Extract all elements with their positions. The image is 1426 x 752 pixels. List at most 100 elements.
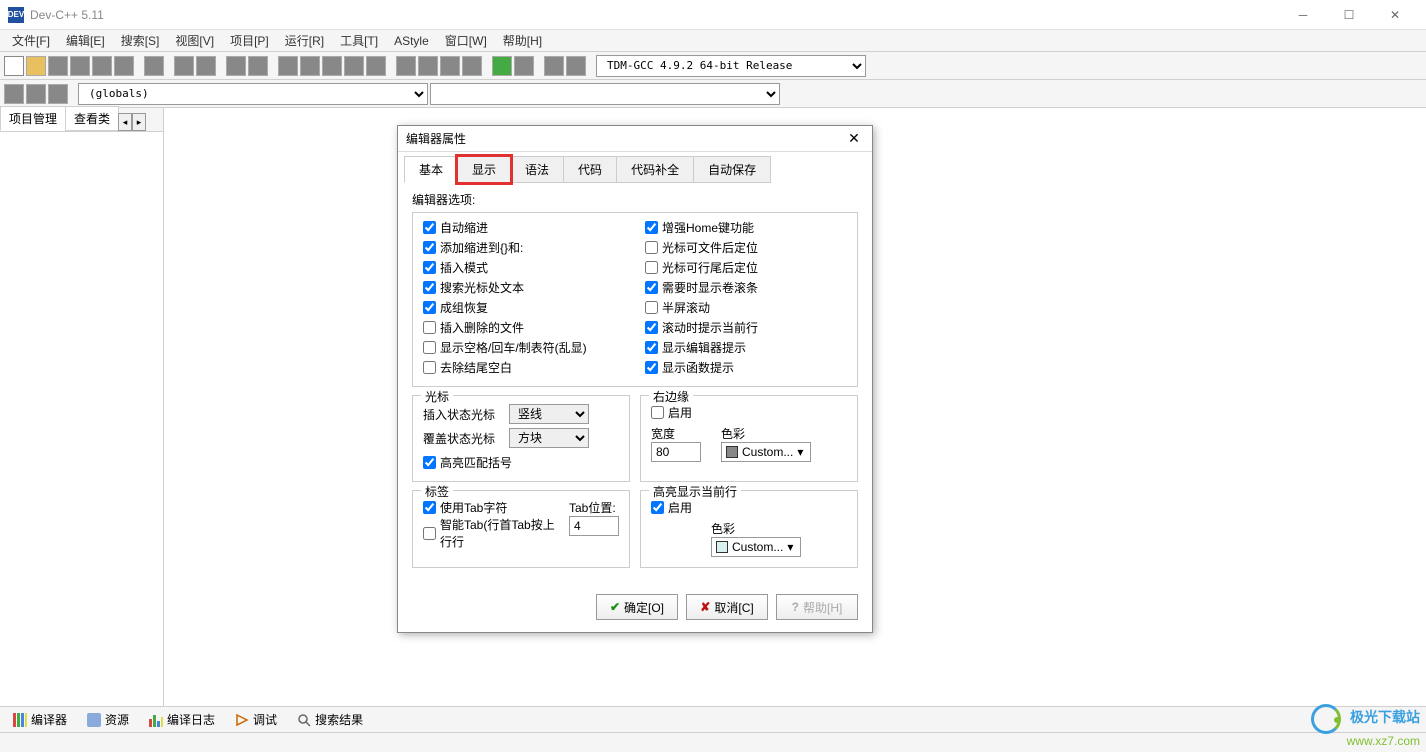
globals-select[interactable]: (globals) (78, 83, 428, 105)
maximize-button[interactable]: ☐ (1326, 0, 1372, 30)
editor-option-left-checkbox-4[interactable] (423, 301, 436, 314)
tool-open[interactable] (26, 56, 46, 76)
ok-button[interactable]: ✔ 确定[O] (596, 594, 678, 620)
cancel-button[interactable]: ✘ 取消[C] (686, 594, 768, 620)
editor-option-right-checkbox-5[interactable] (645, 321, 658, 334)
editor-option-left-checkbox-7[interactable] (423, 361, 436, 374)
editor-option-right-checkbox-7[interactable] (645, 361, 658, 374)
editor-option-left-checkbox-3[interactable] (423, 281, 436, 294)
editor-option-left-label: 显示空格/回车/制表符(乱显) (440, 339, 587, 356)
tab-pos-input[interactable] (569, 516, 619, 536)
menu-window[interactable]: 窗口[W] (437, 30, 495, 51)
dialog-tab-basic[interactable]: 基本 (404, 156, 458, 183)
bottom-tab-resources[interactable]: 资源 (78, 708, 138, 731)
highlight-line-enable-checkbox[interactable] (651, 501, 664, 514)
editor-option-right-row: 需要时显示卷滚条 (645, 279, 847, 296)
tool-close[interactable] (114, 56, 134, 76)
tool-compile[interactable] (278, 56, 298, 76)
menu-search[interactable]: 搜索[S] (113, 30, 168, 51)
editor-option-right-checkbox-6[interactable] (645, 341, 658, 354)
tool-btn-d[interactable] (492, 56, 512, 76)
help-button[interactable]: ? 帮助[H] (776, 594, 858, 620)
tab-scroll-right[interactable]: ▸ (132, 113, 146, 131)
match-brace-checkbox[interactable] (423, 456, 436, 469)
tool-replace[interactable] (248, 56, 268, 76)
editor-options-label: 编辑器选项: (412, 191, 858, 208)
tab-scroll-left[interactable]: ◂ (118, 113, 132, 131)
right-edge-enable-checkbox[interactable] (651, 406, 664, 419)
title-bar: DEV Dev-C++ 5.11 ─ ☐ ✕ (0, 0, 1426, 30)
smart-tab-checkbox[interactable] (423, 527, 436, 540)
menu-view[interactable]: 视图[V] (167, 30, 222, 51)
tool-btn-e[interactable] (514, 56, 534, 76)
bottom-tab-search-results[interactable]: 搜索结果 (288, 708, 372, 731)
menu-edit[interactable]: 编辑[E] (58, 30, 113, 51)
menu-file[interactable]: 文件[F] (4, 30, 58, 51)
tool-insert[interactable] (4, 84, 24, 104)
editor-option-left-checkbox-6[interactable] (423, 341, 436, 354)
editor-option-right-checkbox-3[interactable] (645, 281, 658, 294)
dialog-tab-completion[interactable]: 代码补全 (616, 156, 694, 183)
menu-project[interactable]: 项目[P] (222, 30, 277, 51)
bottom-tab-compile-log[interactable]: 编译日志 (140, 708, 224, 731)
dialog-tab-display[interactable]: 显示 (457, 156, 511, 183)
tool-bookmark[interactable] (566, 56, 586, 76)
minimize-button[interactable]: ─ (1280, 0, 1326, 30)
tool-debug[interactable] (366, 56, 386, 76)
menu-help[interactable]: 帮助[H] (495, 30, 550, 51)
tool-btn-b[interactable] (440, 56, 460, 76)
menu-tools[interactable]: 工具[T] (332, 30, 386, 51)
compiler-select[interactable]: TDM-GCC 4.9.2 64-bit Release (596, 55, 866, 77)
editor-option-left-checkbox-0[interactable] (423, 221, 436, 234)
tool-toggle[interactable] (26, 84, 46, 104)
tool-rebuild[interactable] (344, 56, 364, 76)
tool-btn-a[interactable] (418, 56, 438, 76)
tool-goto[interactable] (544, 56, 564, 76)
editor-option-left-checkbox-5[interactable] (423, 321, 436, 334)
dialog-titlebar[interactable]: 编辑器属性 ✕ (398, 126, 872, 152)
menu-astyle[interactable]: AStyle (386, 32, 437, 50)
dialog-tab-code[interactable]: 代码 (563, 156, 617, 183)
editor-option-right-checkbox-4[interactable] (645, 301, 658, 314)
editor-option-right-checkbox-2[interactable] (645, 261, 658, 274)
tool-redo[interactable] (196, 56, 216, 76)
tool-profile[interactable] (396, 56, 416, 76)
editor-option-left-row: 插入删除的文件 (423, 319, 625, 336)
overwrite-cursor-select[interactable]: 方块 (509, 428, 589, 448)
tool-goto2[interactable] (48, 84, 68, 104)
bottom-tab-debug[interactable]: 调试 (226, 708, 286, 731)
separator (270, 56, 276, 76)
dialog-tab-syntax[interactable]: 语法 (510, 156, 564, 183)
tool-btn-c[interactable] (462, 56, 482, 76)
menu-run[interactable]: 运行[R] (277, 30, 332, 51)
tab-class-view[interactable]: 查看类 (65, 106, 119, 131)
editor-option-right-checkbox-0[interactable] (645, 221, 658, 234)
insert-cursor-select[interactable]: 竖线 (509, 404, 589, 424)
editor-option-left-checkbox-2[interactable] (423, 261, 436, 274)
tool-saveall[interactable] (70, 56, 90, 76)
bottom-tab-compiler[interactable]: 编译器 (4, 708, 76, 731)
tab-project-manager[interactable]: 项目管理 (0, 106, 66, 131)
bottom-tab-label: 编译器 (31, 711, 67, 728)
tool-compile-run[interactable] (322, 56, 342, 76)
insert-cursor-label: 插入状态光标 (423, 406, 503, 423)
width-input[interactable] (651, 442, 701, 462)
tool-print[interactable] (144, 56, 164, 76)
tab-pos-label: Tab位置: (569, 499, 619, 516)
tool-save[interactable] (48, 56, 68, 76)
dialog-tab-autosave[interactable]: 自动保存 (693, 156, 771, 183)
use-tab-checkbox[interactable] (423, 501, 436, 514)
close-button[interactable]: ✕ (1372, 0, 1418, 30)
editor-option-left-checkbox-1[interactable] (423, 241, 436, 254)
tool-run[interactable] (300, 56, 320, 76)
tool-undo[interactable] (174, 56, 194, 76)
editor-option-right-checkbox-1[interactable] (645, 241, 658, 254)
tool-saveas[interactable] (92, 56, 112, 76)
project-tree[interactable] (0, 132, 163, 706)
highlight-color-select[interactable]: Custom... ▾ (711, 537, 801, 557)
member-select[interactable] (430, 83, 780, 105)
tool-new[interactable] (4, 56, 24, 76)
dialog-close-button[interactable]: ✕ (844, 129, 864, 149)
tool-find[interactable] (226, 56, 246, 76)
right-edge-color-select[interactable]: Custom... ▾ (721, 442, 811, 462)
